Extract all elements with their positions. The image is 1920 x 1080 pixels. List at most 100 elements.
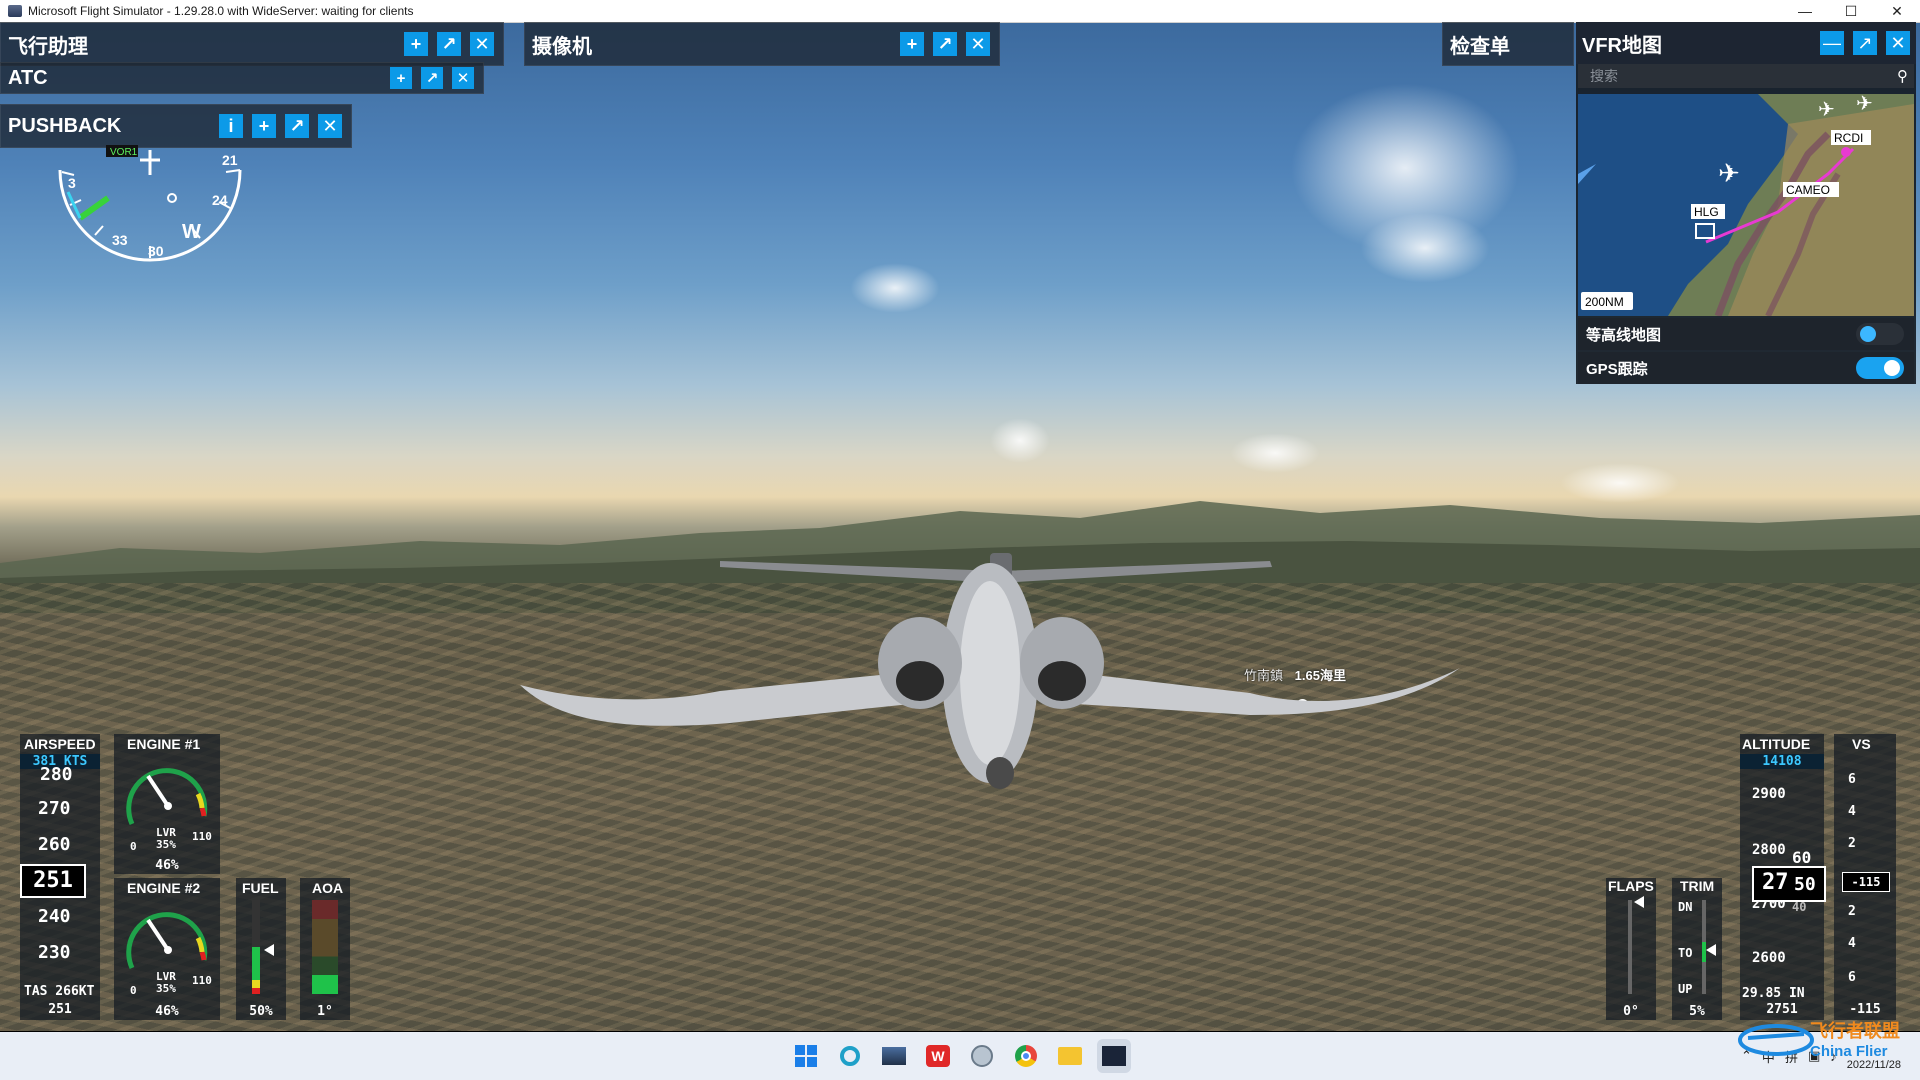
add-icon[interactable]: + [390, 67, 412, 89]
close-icon[interactable]: ✕ [966, 32, 990, 56]
start-icon[interactable] [789, 1039, 823, 1073]
altitude-tick: 2600 [1752, 950, 1786, 966]
tray-date: 2022/11/28 [1846, 1059, 1901, 1071]
engine-1-max: 110 [192, 830, 212, 843]
chrome-icon[interactable] [1009, 1039, 1043, 1073]
watermark-text: 飞行者联盟 [1810, 1020, 1900, 1041]
airspeed-tick: 240 [38, 906, 71, 927]
search-placeholder: 搜索 [1590, 68, 1618, 84]
contour-map-row: 等高线地图 [1578, 318, 1914, 350]
flaps-scale [1628, 900, 1632, 994]
fuel-pointer-icon [264, 944, 274, 956]
cortana-icon[interactable] [833, 1039, 867, 1073]
altitude-tick: 2900 [1752, 786, 1786, 802]
altitude-bug: 14108 [1740, 754, 1824, 769]
engine-2-pct: 35% [156, 982, 176, 995]
vfr-map-canvas[interactable]: ✈ ✈ ✈ RCDI CAMEO HLG 200NM [1578, 94, 1914, 316]
vs-bottom: -115 [1849, 1002, 1881, 1017]
cloud [990, 418, 1050, 463]
popout-icon[interactable]: ↗ [1853, 31, 1877, 55]
toggle-knob [1860, 326, 1876, 342]
aoa-scale [312, 900, 338, 994]
taskbar: W [0, 1032, 1920, 1080]
atc-panel: ATC + ↗ ✕ [0, 62, 484, 94]
compass-label: 30 [148, 243, 164, 259]
popout-icon[interactable]: ↗ [285, 114, 309, 138]
map-scale: 200NM [1585, 295, 1624, 309]
panel-title: ATC [8, 66, 48, 89]
watermark-subtext: China Flier [1810, 1042, 1888, 1060]
network-icon[interactable] [965, 1039, 999, 1073]
airspeed-tas: TAS 266KT [24, 984, 95, 999]
simulator-icon[interactable] [1097, 1039, 1131, 1073]
checklist-panel[interactable]: 检查单 [1442, 22, 1574, 66]
vs-tick: 4 [1848, 804, 1856, 819]
explorer-icon[interactable] [1053, 1039, 1087, 1073]
engine-1-value: 46% [155, 858, 179, 873]
close-icon[interactable]: ✕ [318, 114, 342, 138]
altitude-title: ALTITUDE [1742, 736, 1811, 752]
close-icon[interactable]: ✕ [470, 32, 494, 56]
panel-title: VFR地图 [1582, 34, 1662, 57]
aoa-value: 1° [317, 1004, 333, 1019]
minimize-icon[interactable]: — [1820, 31, 1844, 55]
svg-text:✈: ✈ [1818, 97, 1835, 121]
popout-icon[interactable]: ↗ [421, 67, 443, 89]
flaps-pointer-icon [1634, 896, 1644, 908]
altitude-baro: 29.85 IN [1742, 986, 1805, 1001]
airspeed-current: 251 [20, 864, 86, 898]
trim-gauge: TRIM DN TO UP 5% [1672, 878, 1722, 1020]
vertical-speed-indicator: VS 6 4 2 2 4 6 -115 -115 [1834, 734, 1896, 1020]
compass-label: 3 [68, 175, 76, 191]
close-icon[interactable]: ✕ [452, 67, 474, 89]
toggle-knob [1884, 360, 1900, 376]
trim-to: TO [1678, 946, 1693, 960]
watermark: 飞行者联盟 China Flier [1736, 1016, 1900, 1060]
map-search-input[interactable]: 搜索 ⚲ [1578, 64, 1914, 88]
gps-tracking-toggle[interactable] [1856, 357, 1904, 379]
flaps-gauge: FLAPS 0° [1606, 878, 1656, 1020]
maximize-button[interactable]: ☐ [1828, 0, 1874, 22]
camera-panel: 摄像机 + ↗ ✕ [524, 22, 1000, 66]
panel-title: 飞行助理 [8, 35, 88, 58]
app-icon [8, 5, 22, 17]
fuel-gauge: FUEL 50% [236, 878, 286, 1020]
engine-1-title: ENGINE #1 [127, 736, 201, 752]
engine-2-value: 46% [155, 1004, 179, 1019]
svg-text:✈: ✈ [1856, 94, 1873, 115]
engine-2-max: 110 [192, 974, 212, 987]
altitude-roll-up: 60 [1792, 848, 1812, 867]
fuel-value: 50% [249, 1004, 273, 1019]
contour-map-label: 等高线地图 [1586, 326, 1662, 344]
watermark-logo-icon [1738, 1024, 1814, 1056]
wps-icon[interactable]: W [921, 1039, 955, 1073]
airspeed-tick: 260 [38, 834, 71, 855]
engine-2-min: 0 [130, 984, 137, 997]
popout-icon[interactable]: ↗ [437, 32, 461, 56]
compass-label: 21 [222, 152, 238, 168]
contour-map-toggle[interactable] [1856, 323, 1904, 345]
flight-assistant-panel: 飞行助理 + ↗ ✕ [0, 22, 504, 66]
compass-label: 24 [212, 192, 228, 208]
popout-icon[interactable]: ↗ [933, 32, 957, 56]
engine-2-gauge: ENGINE #2 0 LVR 35% 110 46% [114, 878, 220, 1020]
minimize-button[interactable]: — [1782, 0, 1828, 22]
photos-icon[interactable] [877, 1039, 911, 1073]
flaps-title: FLAPS [1608, 878, 1654, 894]
airspeed-bottom: 251 [48, 1002, 72, 1017]
waypoint-label: HLG [1694, 205, 1719, 219]
panel-title: 检查单 [1450, 35, 1510, 58]
gps-tracking-label: GPS跟踪 [1586, 360, 1648, 378]
panel-title: 摄像机 [532, 35, 592, 58]
fuel-title: FUEL [242, 880, 279, 896]
search-icon[interactable]: ⚲ [1897, 67, 1908, 85]
add-icon[interactable]: + [404, 32, 428, 56]
compass-rose: VOR1 3 33 30 W 24 21 [58, 145, 242, 262]
cloud [1230, 433, 1320, 473]
gps-tracking-row: GPS跟踪 [1578, 352, 1914, 384]
compass-vor-label: VOR1 [110, 147, 138, 158]
altitude-tick: 2800 [1752, 842, 1786, 858]
close-icon[interactable]: ✕ [1886, 31, 1910, 55]
close-window-button[interactable]: ✕ [1874, 0, 1920, 22]
add-icon[interactable]: + [900, 32, 924, 56]
